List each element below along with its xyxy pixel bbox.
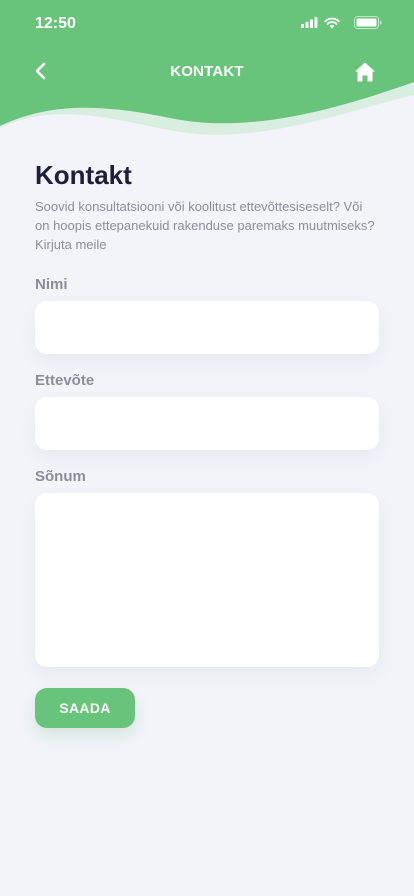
header: 12:50 KONTAKT [0, 0, 414, 145]
submit-button[interactable]: SAADA [35, 688, 135, 728]
company-label: Ettevõte [35, 372, 95, 389]
wifi-icon [324, 17, 340, 28]
home-icon [355, 62, 375, 82]
name-field[interactable] [35, 301, 379, 354]
message-label: Sõnum [35, 468, 86, 485]
page-title: Kontakt [35, 160, 132, 190]
name-label: Nimi [35, 276, 68, 293]
status-bar: 12:50 [0, 0, 414, 48]
status-icons [301, 16, 382, 29]
home-button[interactable] [350, 57, 380, 87]
intro-section: Kontakt Soovid konsultatsiooni või kooli… [35, 160, 379, 254]
status-time: 12:50 [35, 15, 76, 32]
company-field[interactable] [35, 397, 379, 450]
message-field[interactable] [35, 493, 379, 667]
signal-icon [301, 17, 318, 28]
page-description: Soovid konsultatsiooni või koolitust ett… [35, 199, 375, 252]
battery-icon [354, 16, 382, 29]
